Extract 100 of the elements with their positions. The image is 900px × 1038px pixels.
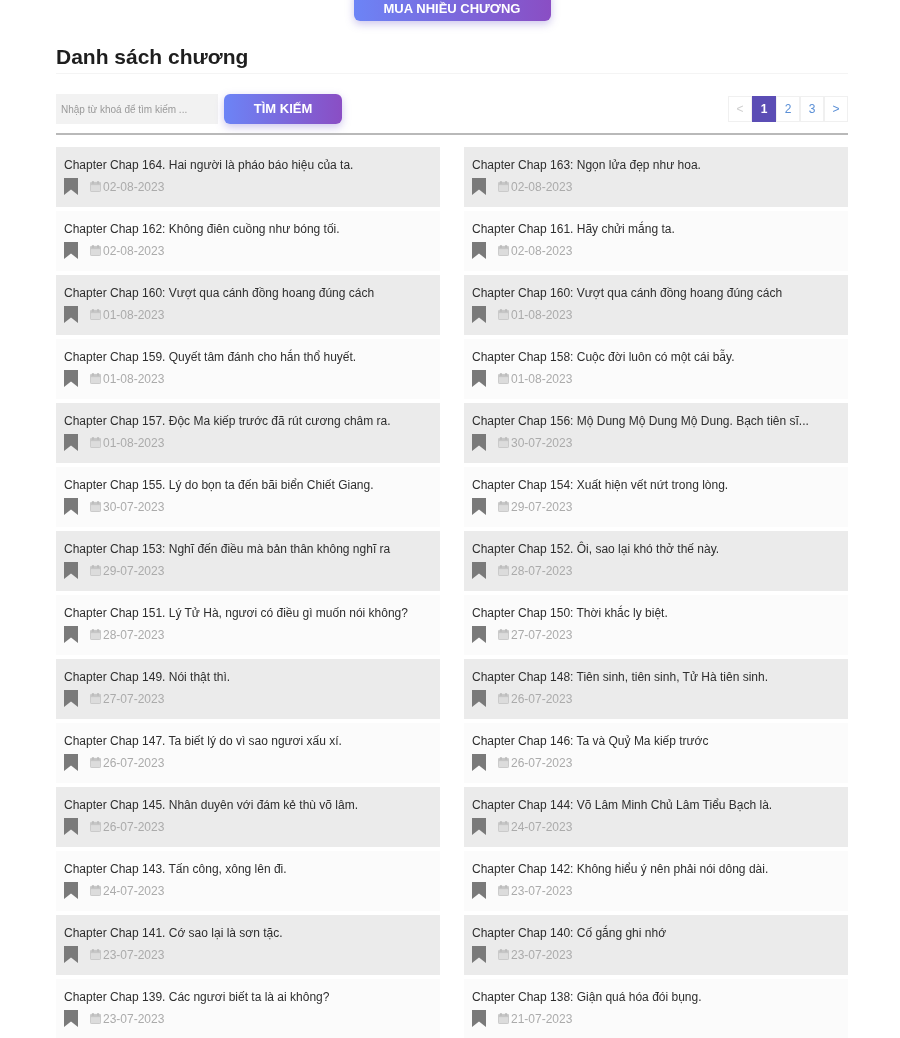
chapter-date: 30-07-2023 — [511, 434, 573, 451]
bookmark-icon[interactable] — [472, 498, 486, 515]
bookmark-icon[interactable] — [64, 946, 78, 963]
chapter-item[interactable]: Chapter Chap 141. Cớ sao lại là sơn tặc. 23-07-2023 — [56, 915, 440, 975]
chapter-date: 01-08-2023 — [103, 370, 165, 387]
calendar-icon — [498, 181, 509, 192]
chapter-title: Chapter Chap 149. Nói thật thì. — [64, 669, 232, 685]
bookmark-icon[interactable] — [64, 882, 78, 899]
chapter-title: Chapter Chap 147. Ta biết lý do vì sao ngươi xấu xí. — [64, 733, 343, 749]
chapter-item[interactable]: Chapter Chap 153: Nghĩ đến điều mà bản thân không nghĩ ra 29-07-2023 — [56, 531, 440, 591]
chapter-item[interactable]: Chapter Chap 160: Vượt qua cánh đồng hoang đúng cách 01-08-2023 — [464, 275, 848, 335]
bookmark-icon[interactable] — [472, 242, 486, 259]
chapter-date: 23-07-2023 — [511, 946, 573, 963]
bookmark-icon[interactable] — [64, 626, 78, 643]
chapter-title: Chapter Chap 160: Vượt qua cánh đồng hoang đúng cách — [64, 285, 376, 301]
bookmark-icon[interactable] — [472, 946, 486, 963]
calendar-icon — [90, 437, 101, 448]
chapter-item[interactable]: Chapter Chap 152. Ôi, sao lại khó thở thế này. 28-07-2023 — [464, 531, 848, 591]
chapter-date: 28-07-2023 — [103, 626, 165, 643]
calendar-icon — [90, 565, 101, 576]
bookmark-icon[interactable] — [472, 1010, 486, 1027]
chapter-item[interactable]: Chapter Chap 164. Hai người là pháo báo hiệu của ta. 02-08-2023 — [56, 147, 440, 207]
buy-chapters-button[interactable]: MUA NHIỀU CHƯƠNG — [353, 0, 551, 21]
calendar-icon — [498, 309, 509, 320]
calendar-icon — [90, 181, 101, 192]
chapter-date: 26-07-2023 — [511, 754, 573, 771]
bookmark-icon[interactable] — [472, 562, 486, 579]
chapter-item[interactable]: Chapter Chap 158: Cuộc đời luôn có một cái bẫy. 01-08-2023 — [464, 339, 848, 399]
page-button[interactable]: 1 — [752, 96, 776, 122]
chapter-item[interactable]: Chapter Chap 156: Mộ Dung Mộ Dung Mộ Dung. Bạch tiên sĩ... 30-07-2023 — [464, 403, 848, 463]
bookmark-icon[interactable] — [64, 242, 78, 259]
chapter-item[interactable]: Chapter Chap 155. Lý do bọn ta đến bãi biển Chiết Giang. 30-07-2023 — [56, 467, 440, 527]
bookmark-icon[interactable] — [472, 626, 486, 643]
chapter-item[interactable]: Chapter Chap 139. Các ngươi biết ta là ai không? 23-07-2023 — [56, 979, 440, 1038]
search-button[interactable]: TÌM KIẾM — [224, 94, 342, 124]
chapter-item[interactable]: Chapter Chap 144: Võ Lâm Minh Chủ Lâm Tiểu Bạch là. 24-07-2023 — [464, 787, 848, 847]
bookmark-icon[interactable] — [472, 818, 486, 835]
chapter-title: Chapter Chap 148: Tiên sinh, tiên sinh, Tử Hà tiên sinh. — [472, 669, 769, 685]
chapter-title: Chapter Chap 146: Ta và Quỷ Ma kiếp trước — [472, 733, 710, 749]
bookmark-icon[interactable] — [472, 690, 486, 707]
chapter-item[interactable]: Chapter Chap 163: Ngọn lửa đẹp như hoa. 02-08-2023 — [464, 147, 848, 207]
bookmark-icon[interactable] — [64, 754, 78, 771]
chapter-date: 02-08-2023 — [103, 178, 165, 195]
chapter-title: Chapter Chap 152. Ôi, sao lại khó thở thế này. — [472, 541, 721, 557]
chapter-title: Chapter Chap 160: Vượt qua cánh đồng hoang đúng cách — [472, 285, 784, 301]
calendar-icon — [90, 1013, 101, 1024]
calendar-icon — [90, 949, 101, 960]
calendar-icon — [90, 693, 101, 704]
chapter-item[interactable]: Chapter Chap 159. Quyết tâm đánh cho hắn thổ huyết. 01-08-2023 — [56, 339, 440, 399]
chapter-item[interactable]: Chapter Chap 150: Thời khắc ly biệt. 27-07-2023 — [464, 595, 848, 655]
bookmark-icon[interactable] — [64, 498, 78, 515]
chapter-item[interactable]: Chapter Chap 160: Vượt qua cánh đồng hoang đúng cách 01-08-2023 — [56, 275, 440, 335]
calendar-icon — [90, 309, 101, 320]
bookmark-icon[interactable] — [64, 818, 78, 835]
chapter-item[interactable]: Chapter Chap 143. Tấn công, xông lên đi. 24-07-2023 — [56, 851, 440, 911]
chapter-date: 24-07-2023 — [511, 818, 573, 835]
chapter-item[interactable]: Chapter Chap 148: Tiên sinh, tiên sinh, Tử Hà tiên sinh. 26-07-2023 — [464, 659, 848, 719]
chapter-date: 01-08-2023 — [103, 306, 165, 323]
calendar-icon — [498, 693, 509, 704]
chapter-item[interactable]: Chapter Chap 140: Cố gắng ghi nhớ 23-07-2023 — [464, 915, 848, 975]
chapter-item[interactable]: Chapter Chap 149. Nói thật thì. 27-07-2023 — [56, 659, 440, 719]
bookmark-icon[interactable] — [472, 434, 486, 451]
chapter-title: Chapter Chap 164. Hai người là pháo báo hiệu của ta. — [64, 157, 355, 173]
chapter-date: 29-07-2023 — [511, 498, 573, 515]
chapter-item[interactable]: Chapter Chap 162: Không điên cuồng như bóng tối. 02-08-2023 — [56, 211, 440, 271]
chapter-date: 27-07-2023 — [511, 626, 573, 643]
chapter-item[interactable]: Chapter Chap 154: Xuất hiện vết nứt trong lòng. 29-07-2023 — [464, 467, 848, 527]
chapter-title: Chapter Chap 141. Cớ sao lại là sơn tặc. — [64, 925, 284, 941]
chapter-item[interactable]: Chapter Chap 161. Hãy chửi mắng ta. 02-08-2023 — [464, 211, 848, 271]
bookmark-icon[interactable] — [64, 690, 78, 707]
bookmark-icon[interactable] — [64, 562, 78, 579]
bookmark-icon[interactable] — [472, 882, 486, 899]
chapter-item[interactable]: Chapter Chap 146: Ta và Quỷ Ma kiếp trước 26-07-2023 — [464, 723, 848, 783]
chapter-item[interactable]: Chapter Chap 145. Nhân duyên với đám kẻ thù võ lâm. 26-07-2023 — [56, 787, 440, 847]
chapter-date: 02-08-2023 — [511, 242, 573, 259]
calendar-icon — [498, 501, 509, 512]
search-field[interactable]: Nhập từ khoá để tìm kiếm ... — [56, 94, 218, 124]
bookmark-icon[interactable] — [472, 754, 486, 771]
bookmark-icon[interactable] — [64, 178, 78, 195]
chapter-title: Chapter Chap 150: Thời khắc ly biệt. — [472, 605, 669, 621]
chapter-title: Chapter Chap 139. Các ngươi biết ta là ai không? — [64, 989, 331, 1005]
chapter-item[interactable]: Chapter Chap 157. Độc Ma kiếp trước đã rút cương châm ra. 01-08-2023 — [56, 403, 440, 463]
chapter-item[interactable]: Chapter Chap 142: Không hiểu ý nên phải nói dông dài. 23-07-2023 — [464, 851, 848, 911]
bookmark-icon[interactable] — [64, 306, 78, 323]
calendar-icon — [498, 885, 509, 896]
calendar-icon — [498, 629, 509, 640]
chapter-item[interactable]: Chapter Chap 147. Ta biết lý do vì sao ngươi xấu xí. 26-07-2023 — [56, 723, 440, 783]
chapter-item[interactable]: Chapter Chap 138: Giận quá hóa đói bụng. 21-07-2023 — [464, 979, 848, 1038]
chapter-date: 26-07-2023 — [511, 690, 573, 707]
calendar-icon — [90, 757, 101, 768]
chapter-item[interactable]: Chapter Chap 151. Lý Tử Hà, ngươi có điều gì muốn nói không? 28-07-2023 — [56, 595, 440, 655]
bookmark-icon[interactable] — [472, 178, 486, 195]
chapter-title: Chapter Chap 144: Võ Lâm Minh Chủ Lâm Tiểu Bạch là. — [472, 797, 774, 813]
bookmark-icon[interactable] — [64, 370, 78, 387]
calendar-icon — [498, 373, 509, 384]
bookmark-icon[interactable] — [64, 434, 78, 451]
chapter-date: 27-07-2023 — [103, 690, 165, 707]
bookmark-icon[interactable] — [472, 370, 486, 387]
bookmark-icon[interactable] — [472, 306, 486, 323]
bookmark-icon[interactable] — [64, 1010, 78, 1027]
